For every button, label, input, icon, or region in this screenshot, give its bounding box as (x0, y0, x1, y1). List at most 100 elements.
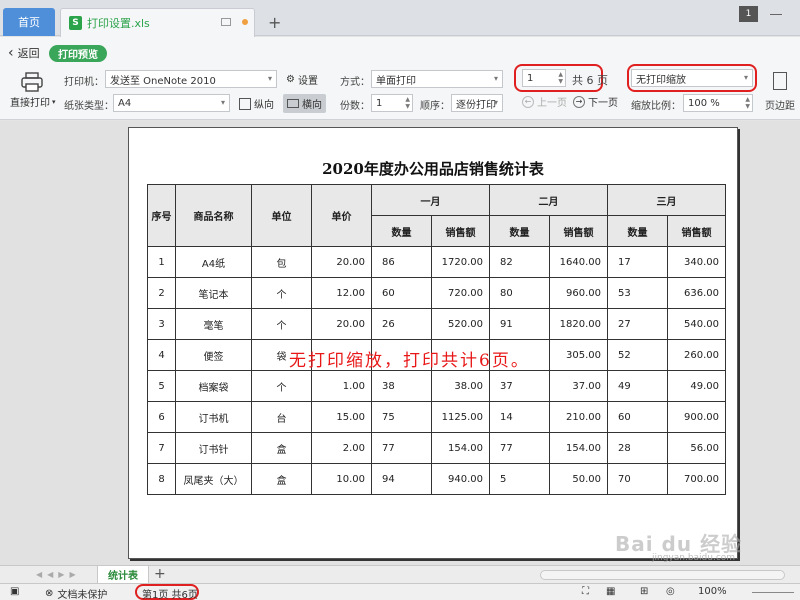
chevron-down-icon: ▾ (493, 98, 498, 107)
cell-seq: 4 (147, 339, 176, 371)
copies-stepper[interactable]: 1 ▲ ▼ (371, 94, 413, 112)
cell-jan-sales: 154.00 (431, 432, 490, 464)
cell-price: 20.00 (311, 246, 372, 278)
cell-feb-qty: 91 (489, 308, 550, 340)
page-layout-icon[interactable]: ⊞ (640, 586, 648, 597)
cell-feb-sales: 305.00 (549, 339, 608, 371)
header-jan: 一月 (371, 184, 490, 216)
cell-seq: 7 (147, 432, 176, 464)
header-seq: 序号 (147, 184, 176, 247)
header-mar: 三月 (607, 184, 726, 216)
table-row: 6 订书机台 15.00 75 1125.00 14 210.00 60 900.00 (147, 401, 726, 433)
table-row: 1 A4纸包 20.00 86 1720.00 82 1640.00 17 340.00 (147, 246, 726, 278)
monitor-icon[interactable] (221, 18, 231, 26)
cell-seq: 6 (147, 401, 176, 433)
portrait-button[interactable]: 纵向 (239, 96, 274, 111)
printer-icon[interactable] (20, 72, 44, 92)
cell-mar-qty: 53 (607, 277, 668, 309)
cell-mar-qty: 27 (607, 308, 668, 340)
cell-mar-sales: 900.00 (667, 401, 726, 433)
copies-label: 份数： (340, 101, 370, 112)
cell-unit: 包 (251, 246, 312, 278)
header-feb-sales: 销售额 (549, 215, 608, 247)
landscape-icon (287, 99, 299, 108)
add-sheet-button[interactable]: + (154, 566, 166, 582)
cell-jan-sales: 520.00 (431, 308, 490, 340)
print-scale-select[interactable]: 无打印缩放 ▾ (631, 69, 753, 87)
cell-feb-sales: 1640.00 (549, 246, 608, 278)
cell-jan-qty: 38 (371, 370, 432, 402)
header-jan-qty: 数量 (371, 215, 432, 247)
cell-jan-qty: 26 (371, 308, 432, 340)
cell-jan-sales: 720.00 (431, 277, 490, 309)
prev-page-button[interactable]: ← 上一页 (522, 94, 567, 109)
cell-unit: 个 (251, 308, 312, 340)
print-preview-area: 2020年度办公用品店销售统计表 序号 商品名称 单位 单价 一月 二月 三月 (0, 121, 800, 565)
page-number-stepper[interactable]: 1 ▲ ▼ (522, 69, 566, 87)
page-margin-icon[interactable] (773, 72, 787, 90)
spreadsheet-icon: S (69, 16, 82, 30)
table-row: 7 订书针盒 2.00 77 154.00 77 154.00 28 56.00 (147, 432, 726, 464)
cell-jan-qty: 60 (371, 277, 432, 309)
header-unit: 单位 (251, 184, 312, 247)
zoom-ratio-stepper[interactable]: 100 % ▲ ▼ (683, 94, 753, 112)
table-row: 5 档案袋个 1.00 38 38.00 37 37.00 49 49.00 (147, 370, 726, 402)
document-protection[interactable]: ⊗ 文档未保护 (45, 586, 107, 600)
cell-mar-sales: 540.00 (667, 308, 726, 340)
print-mode-select[interactable]: 单面打印 ▾ (371, 70, 503, 88)
printer-settings-button[interactable]: ⚙ 设置 (286, 72, 318, 87)
print-mode-label: 方式： (340, 77, 370, 88)
paper-type-select[interactable]: A4 ▾ (113, 94, 230, 112)
cell-mar-sales: 260.00 (667, 339, 726, 371)
new-tab-button[interactable]: + (268, 13, 281, 32)
printer-select[interactable]: 发送至 OneNote 2010 ▾ (105, 70, 277, 88)
cell-price: 2.00 (311, 432, 372, 464)
cell-mar-qty: 70 (607, 463, 668, 495)
landscape-button[interactable]: 横向 (283, 94, 326, 113)
printer-settings-icon: ⚙ (286, 74, 295, 85)
print-preview-badge: 打印预览 (49, 45, 107, 62)
direct-print-button[interactable]: 直接打印 ▾ (10, 94, 56, 110)
page-margin-button[interactable]: 页边距 (765, 97, 795, 112)
window-count-badge[interactable]: 1 (739, 6, 758, 22)
cell-mar-qty: 52 (607, 339, 668, 371)
cell-mar-sales: 56.00 (667, 432, 726, 464)
stepper-down-icon[interactable]: ▼ (405, 104, 410, 110)
tab-file-name: 打印设置.xls (87, 17, 150, 30)
sheet-tab[interactable]: 统计表 (97, 566, 149, 584)
stepper-down-icon[interactable]: ▼ (558, 79, 563, 85)
header-mar-qty: 数量 (607, 215, 668, 247)
cell-feb-qty: 82 (489, 246, 550, 278)
normal-view-icon[interactable]: ▦ (606, 586, 615, 597)
document-status-icon[interactable]: ▣ (10, 586, 19, 597)
tab-file[interactable]: S 打印设置.xls (60, 8, 255, 37)
print-order-select[interactable]: 逐份打印 ▾ (451, 94, 503, 112)
sheet-tab-bar: ◀◀▶▶ 统计表 + (0, 565, 800, 584)
status-bar: ▣ ⊗ 文档未保护 第1页 共6页 ⛶ ▦ ⊞ ◎ 100% (0, 583, 800, 600)
zoom-percent[interactable]: 100% (698, 586, 727, 597)
header-price: 单价 (311, 184, 372, 247)
cell-feb-sales: 210.00 (549, 401, 608, 433)
next-page-button[interactable]: → 下一页 (573, 94, 618, 109)
cell-unit: 台 (251, 401, 312, 433)
fullscreen-icon[interactable]: ⛶ (582, 586, 589, 597)
cell-mar-qty: 17 (607, 246, 668, 278)
horizontal-scrollbar[interactable] (540, 570, 785, 580)
arrow-right-icon: → (573, 95, 585, 108)
cell-product: 订书针 (175, 432, 252, 464)
table-row: 2 笔记本个 12.00 60 720.00 80 960.00 53 636.00 (147, 277, 726, 309)
sheet-scroll-arrows-icon[interactable]: ◀◀▶▶ (36, 570, 81, 579)
stepper-down-icon[interactable]: ▼ (745, 104, 750, 110)
document-title: 2020年度办公用品店销售统计表 (322, 160, 544, 178)
cell-price: 15.00 (311, 401, 372, 433)
annotation-text: 无打印缩放，打印共计6页。 (289, 351, 530, 371)
tab-home[interactable]: 首页 (3, 8, 55, 36)
cell-feb-qty: 14 (489, 401, 550, 433)
back-button[interactable]: ‹ 返回 (8, 45, 40, 61)
header-mar-sales: 销售额 (667, 215, 726, 247)
minimize-icon[interactable] (770, 14, 782, 15)
zoom-slider[interactable] (752, 592, 794, 593)
reading-view-icon[interactable]: ◎ (666, 586, 675, 597)
cell-seq: 2 (147, 277, 176, 309)
cell-seq: 3 (147, 308, 176, 340)
